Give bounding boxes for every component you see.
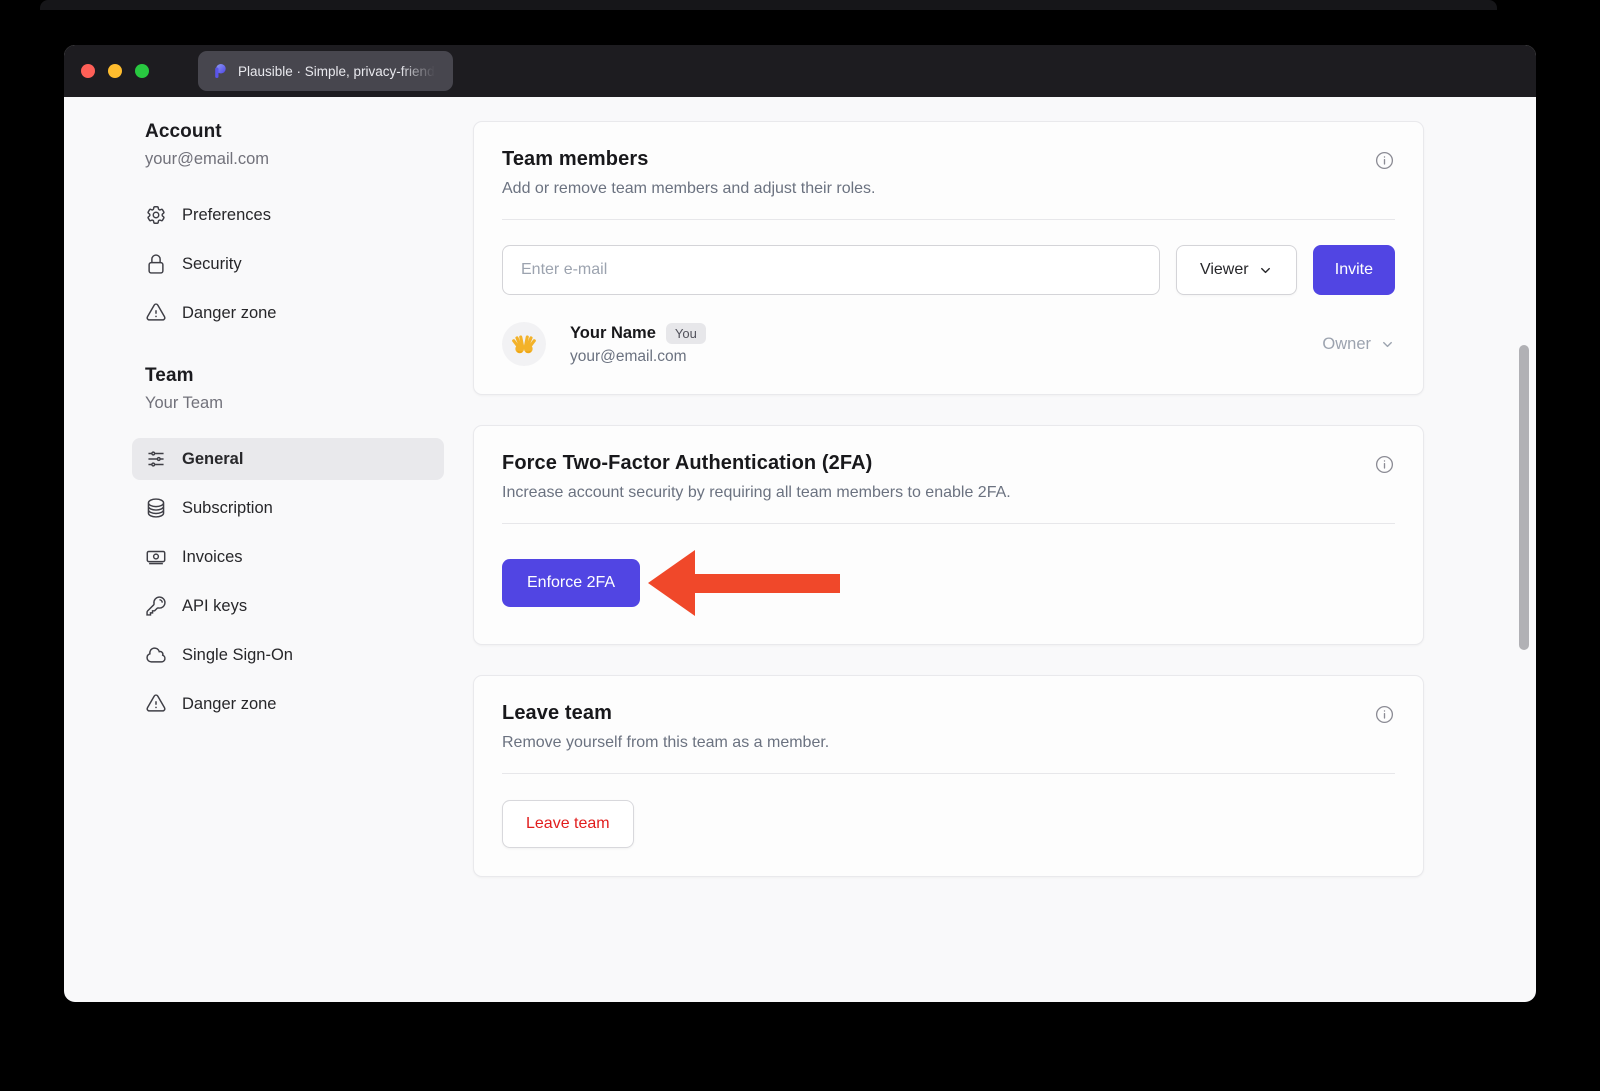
browser-window: Plausible · Simple, privacy-friend Accou…	[64, 45, 1536, 1002]
scrollbar[interactable]	[1519, 345, 1529, 650]
sidebar-item-subscription[interactable]: Subscription	[132, 487, 444, 529]
account-email: your@email.com	[145, 150, 445, 169]
sidebar-item-security[interactable]: Security	[132, 243, 444, 285]
team-nav: General Subscription Invoices	[145, 438, 445, 725]
member-role-select[interactable]: Owner	[1322, 335, 1395, 354]
invite-button[interactable]: Invite	[1313, 245, 1395, 295]
sidebar-item-label: Single Sign-On	[182, 646, 293, 665]
sidebar-item-single-sign-on[interactable]: Single Sign-On	[132, 634, 444, 676]
member-row: Your Name You your@email.com Owner	[502, 322, 1395, 366]
team-name: Your Team	[145, 394, 445, 413]
warning-triangle-icon	[145, 302, 167, 324]
sidebar-item-label: Danger zone	[182, 304, 276, 323]
account-heading: Account	[145, 121, 445, 143]
sidebar-item-invoices[interactable]: Invoices	[132, 536, 444, 578]
info-icon[interactable]	[1374, 150, 1395, 171]
team-members-description: Add or remove team members and adjust th…	[502, 180, 876, 198]
team-members-card: Team members Add or remove team members …	[473, 121, 1424, 395]
invite-form: Viewer Invite	[502, 245, 1395, 295]
gear-icon	[145, 204, 167, 226]
sidebar-item-label: General	[182, 450, 243, 469]
plausible-favicon	[211, 62, 229, 80]
chevron-down-icon	[1380, 337, 1395, 352]
sidebar-item-label: Preferences	[182, 206, 271, 225]
member-name: Your Name	[570, 324, 656, 343]
traffic-lights	[81, 64, 149, 78]
member-email: your@email.com	[570, 348, 706, 366]
tab-title: Plausible · Simple, privacy-friend	[238, 64, 435, 79]
force-2fa-title: Force Two-Factor Authentication (2FA)	[502, 452, 1011, 475]
leave-team-description: Remove yourself from this team as a memb…	[502, 734, 829, 752]
sidebar-item-danger-zone-account[interactable]: Danger zone	[132, 292, 444, 334]
minimize-window-button[interactable]	[108, 64, 122, 78]
account-nav: Preferences Security Danger zone	[145, 194, 445, 334]
team-members-title: Team members	[502, 148, 876, 171]
sidebar-item-label: Subscription	[182, 499, 273, 518]
banknote-icon	[145, 546, 167, 568]
fullscreen-window-button[interactable]	[135, 64, 149, 78]
role-select-value: Viewer	[1200, 261, 1249, 279]
sidebar-item-label: Danger zone	[182, 695, 276, 714]
invite-role-select[interactable]: Viewer	[1176, 245, 1297, 295]
divider	[502, 219, 1395, 220]
force-2fa-card: Force Two-Factor Authentication (2FA) In…	[473, 425, 1424, 645]
leave-team-title: Leave team	[502, 702, 829, 725]
chevron-down-icon	[1258, 263, 1273, 278]
warning-triangle-icon	[145, 693, 167, 715]
cloud-icon	[145, 644, 167, 666]
enforce-2fa-button[interactable]: Enforce 2FA	[502, 559, 640, 607]
screenshot-canvas: Plausible · Simple, privacy-friend Accou…	[0, 0, 1600, 1091]
divider	[502, 773, 1395, 774]
sidebar-item-label: Security	[182, 255, 242, 274]
settings-sidebar: Account your@email.com Preferences Secur…	[145, 121, 445, 1002]
invite-email-input[interactable]	[502, 245, 1160, 295]
page-content: Account your@email.com Preferences Secur…	[64, 97, 1536, 1002]
database-icon	[145, 497, 167, 519]
info-icon[interactable]	[1374, 454, 1395, 475]
force-2fa-description: Increase account security by requiring a…	[502, 484, 1011, 502]
sliders-icon	[145, 448, 167, 470]
sidebar-item-label: API keys	[182, 597, 247, 616]
info-icon[interactable]	[1374, 704, 1395, 725]
lock-icon	[145, 253, 167, 275]
team-heading: Team	[145, 365, 445, 387]
you-badge: You	[666, 323, 706, 344]
sidebar-item-api-keys[interactable]: API keys	[132, 585, 444, 627]
sidebar-item-preferences[interactable]: Preferences	[132, 194, 444, 236]
browser-titlebar: Plausible · Simple, privacy-friend	[64, 45, 1536, 97]
member-role-value: Owner	[1322, 335, 1371, 354]
background-window-edge	[40, 0, 1497, 10]
sidebar-item-danger-zone-team[interactable]: Danger zone	[132, 683, 444, 725]
sidebar-item-general[interactable]: General	[132, 438, 444, 480]
divider	[502, 523, 1395, 524]
settings-main: Team members Add or remove team members …	[473, 121, 1424, 1002]
leave-team-button[interactable]: Leave team	[502, 800, 634, 848]
leave-team-card: Leave team Remove yourself from this tea…	[473, 675, 1424, 877]
close-window-button[interactable]	[81, 64, 95, 78]
sidebar-item-label: Invoices	[182, 548, 243, 567]
browser-tab[interactable]: Plausible · Simple, privacy-friend	[198, 51, 453, 91]
open-hands-emoji	[509, 329, 539, 359]
key-icon	[145, 595, 167, 617]
avatar	[502, 322, 546, 366]
annotation-arrow-left-icon	[648, 550, 840, 616]
